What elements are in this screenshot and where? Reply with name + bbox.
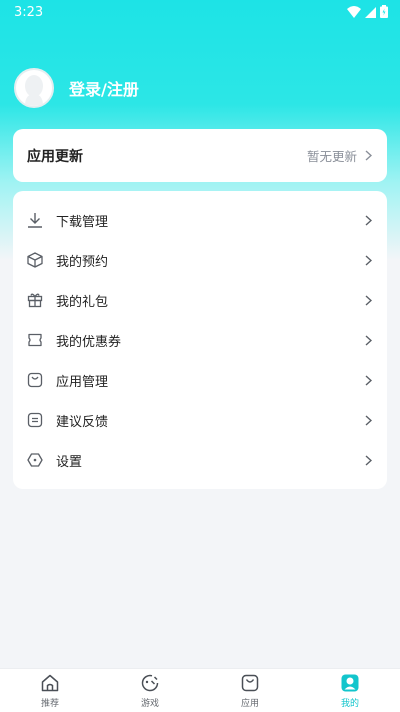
menu-item-label: 我的礼包 <box>56 294 109 310</box>
chevron-right-icon <box>363 254 373 266</box>
bottom-tab-bar: 推荐 游戏 应用 我的 <box>0 668 400 712</box>
menu-item-label: 我的预约 <box>56 254 109 270</box>
app-update-status: 暂无更新 <box>306 149 357 164</box>
download-icon <box>27 212 43 228</box>
menu-item-label: 建议反馈 <box>56 414 109 430</box>
status-icons <box>347 3 388 22</box>
menu-item-download-manager[interactable]: 下载管理 <box>13 200 387 240</box>
menu-item-feedback[interactable]: 建议反馈 <box>13 400 387 440</box>
status-time: 3:23 <box>14 4 44 20</box>
tab-label: 我的 <box>340 699 359 709</box>
menu-item-label: 应用管理 <box>56 374 109 390</box>
tab-apps[interactable]: 应用 <box>200 669 300 712</box>
coupon-icon <box>27 332 43 348</box>
chevron-right-icon <box>363 374 373 386</box>
settings-icon <box>27 452 43 468</box>
menu-item-my-gifts[interactable]: 我的礼包 <box>13 280 387 320</box>
app-update-title: 应用更新 <box>27 148 83 165</box>
box-icon <box>27 252 43 268</box>
tab-recommend[interactable]: 推荐 <box>0 669 100 712</box>
avatar-placeholder-icon <box>25 75 43 106</box>
signal-icon <box>365 3 376 22</box>
login-register-link[interactable]: 登录/注册 <box>69 76 139 100</box>
gift-icon <box>27 292 43 308</box>
menu-item-label: 设置 <box>56 454 83 470</box>
chevron-right-icon <box>363 214 373 226</box>
profile-section[interactable]: 登录/注册 <box>14 68 139 108</box>
avatar[interactable] <box>14 68 54 108</box>
chevron-right-icon <box>363 294 373 306</box>
chevron-right-icon <box>363 454 373 466</box>
user-icon <box>339 672 361 694</box>
menu-item-my-reservations[interactable]: 我的预约 <box>13 240 387 280</box>
chevron-right-icon <box>363 334 373 346</box>
game-icon <box>139 672 161 694</box>
status-bar: 3:23 <box>0 0 400 24</box>
tab-games[interactable]: 游戏 <box>100 669 200 712</box>
tab-label: 推荐 <box>40 699 59 709</box>
app-update-card[interactable]: 应用更新 暂无更新 <box>13 129 387 182</box>
menu-item-my-coupons[interactable]: 我的优惠券 <box>13 320 387 360</box>
feedback-icon <box>27 412 43 428</box>
bag-icon <box>239 672 261 694</box>
tab-label: 游戏 <box>140 699 159 709</box>
menu-item-settings[interactable]: 设置 <box>13 440 387 480</box>
menu-item-app-manager[interactable]: 应用管理 <box>13 360 387 400</box>
battery-icon <box>380 3 388 22</box>
tab-label: 应用 <box>240 699 259 709</box>
app-bag-icon <box>27 372 43 388</box>
chevron-right-icon <box>363 414 373 426</box>
menu-item-label: 我的优惠券 <box>56 334 122 350</box>
home-icon <box>39 672 61 694</box>
chevron-right-icon <box>363 150 373 162</box>
wifi-icon <box>347 3 361 22</box>
menu-item-label: 下载管理 <box>56 214 109 230</box>
tab-mine[interactable]: 我的 <box>300 669 400 712</box>
menu-card: 下载管理 我的预约 我的礼包 我的优惠券 应用管理 建议反馈 设置 <box>13 191 387 489</box>
